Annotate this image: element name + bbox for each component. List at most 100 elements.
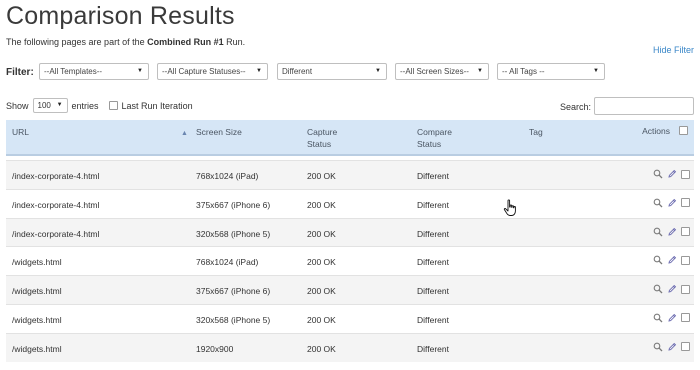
compare-status-select[interactable]: Different ▼ <box>277 63 387 80</box>
row-checkbox[interactable] <box>681 198 690 208</box>
pencil-icon[interactable] <box>667 198 677 208</box>
results-table: URL ▲ Screen Size Capture Status Compare S… <box>6 120 694 362</box>
search-label: Search: <box>560 102 592 112</box>
cell-url: /widgets.html <box>12 286 62 297</box>
column-tag[interactable]: Tag <box>529 126 543 138</box>
cell-compare-status: Different <box>417 343 449 354</box>
screen-sizes-select[interactable]: --All Screen Sizes-- ▼ <box>395 63 489 80</box>
chevron-down-icon: ▼ <box>593 68 599 74</box>
cell-screen-size: 1920x900 <box>196 343 234 354</box>
tags-select[interactable]: -- All Tags -- ▼ <box>497 63 605 80</box>
table-row: /index-corporate-4.html 375x667 (iPhone 6… <box>6 188 694 218</box>
cell-compare-status: Different <box>417 171 449 181</box>
row-checkbox[interactable] <box>681 255 690 265</box>
magnifier-icon[interactable] <box>653 227 663 237</box>
row-actions <box>653 198 690 208</box>
cell-capture-status: 200 OK <box>307 199 336 210</box>
column-capture-status-line2: Status <box>307 139 332 149</box>
cell-compare-status: Different <box>417 199 449 210</box>
cell-compare-status: Different <box>417 314 449 325</box>
column-screen-size[interactable]: Screen Size <box>196 126 242 138</box>
capture-status-select[interactable]: --All Capture Statuses-- ▼ <box>157 63 268 80</box>
chevron-down-icon: ▼ <box>375 68 381 74</box>
row-actions <box>653 255 690 265</box>
run-name: Combined Run #1 <box>147 37 224 47</box>
page-subtitle: The following pages are part of the Comb… <box>6 37 245 47</box>
magnifier-icon[interactable] <box>653 313 663 323</box>
column-url[interactable]: URL <box>12 126 29 138</box>
pencil-icon[interactable] <box>667 284 677 294</box>
cell-url: /index-corporate-4.html <box>12 171 100 181</box>
magnifier-icon[interactable] <box>653 169 663 179</box>
pencil-icon[interactable] <box>667 313 677 323</box>
row-checkbox[interactable] <box>681 342 690 352</box>
cell-url: /index-corporate-4.html <box>12 199 100 210</box>
select-all-checkbox[interactable] <box>679 126 688 135</box>
sort-asc-icon[interactable]: ▲ <box>181 130 188 137</box>
chevron-down-icon: ▼ <box>477 68 483 74</box>
pencil-icon[interactable] <box>667 255 677 265</box>
filter-label: Filter: <box>6 66 34 78</box>
cell-capture-status: 200 OK <box>307 228 336 239</box>
column-compare-status-line1: Compare <box>417 127 452 137</box>
chevron-down-icon: ▼ <box>137 68 143 74</box>
templates-select-value: --All Templates-- <box>44 67 103 76</box>
cell-screen-size: 375x667 (iPhone 6) <box>196 286 271 297</box>
show-label: Show <box>6 100 29 111</box>
hand-pointer-cursor <box>503 199 516 216</box>
last-run-toggle[interactable]: Last Run Iteration <box>108 101 193 111</box>
column-compare-status[interactable]: Compare Status <box>417 126 452 150</box>
entries-select-value: 100 <box>37 101 51 110</box>
pencil-icon[interactable] <box>667 342 677 352</box>
row-checkbox[interactable] <box>681 313 690 323</box>
cell-screen-size: 768x1024 (iPad) <box>196 257 259 268</box>
magnifier-icon[interactable] <box>653 284 663 294</box>
entries-label: entries <box>71 100 99 111</box>
table-row: /widgets.html 768x1024 (iPad) 200 OK Differ… <box>6 246 694 276</box>
magnifier-icon[interactable] <box>653 198 663 208</box>
row-actions <box>653 342 690 352</box>
table-row: /widgets.html 320x568 (iPhone 5) 200 OK Dif… <box>6 303 694 333</box>
table-body: /index-corporate-4.html 768x1024 (iPad) 20… <box>6 160 694 362</box>
table-row: /index-corporate-4.html 768x1024 (iPad) 20… <box>6 160 694 189</box>
column-compare-status-line2: Status <box>417 139 442 149</box>
cell-url: /index-corporate-4.html <box>12 228 100 239</box>
cell-screen-size: 375x667 (iPhone 6) <box>196 199 271 210</box>
screen-sizes-select-value: --All Screen Sizes-- <box>400 67 469 76</box>
entries-select[interactable]: 100 ▼ <box>32 98 68 113</box>
last-run-checkbox[interactable] <box>108 101 118 110</box>
row-checkbox[interactable] <box>681 169 690 179</box>
cell-compare-status: Different <box>417 257 449 268</box>
cell-screen-size: 320x568 (iPhone 5) <box>196 228 271 239</box>
cell-capture-status: 200 OK <box>307 343 336 354</box>
pencil-icon[interactable] <box>667 227 677 237</box>
cell-url: /widgets.html <box>12 343 62 354</box>
cell-screen-size: 320x568 (iPhone 5) <box>196 314 271 325</box>
row-checkbox[interactable] <box>681 227 690 237</box>
row-checkbox[interactable] <box>681 284 690 294</box>
cell-compare-status: Different <box>417 228 449 239</box>
filter-row: Filter: <box>6 63 37 81</box>
table-row: /widgets.html 375x667 (iPhone 6) 200 OK Dif… <box>6 275 694 304</box>
compare-status-select-value: Different <box>282 67 313 76</box>
row-actions <box>653 284 690 294</box>
column-actions: Actions <box>642 126 670 136</box>
cell-compare-status: Different <box>417 286 449 297</box>
entries-control: Show 100 ▼ entries Last Run Iteration <box>6 98 193 113</box>
magnifier-icon[interactable] <box>653 255 663 265</box>
cell-url: /widgets.html <box>12 257 62 268</box>
templates-select[interactable]: --All Templates-- ▼ <box>39 63 149 80</box>
table-row: /widgets.html 1920x900 200 OK Different <box>6 332 694 362</box>
row-actions <box>653 313 690 323</box>
search-input[interactable] <box>594 97 694 115</box>
table-row: /index-corporate-4.html 320x568 (iPhone 5… <box>6 217 694 247</box>
chevron-down-icon: ▼ <box>256 68 262 74</box>
magnifier-icon[interactable] <box>653 342 663 352</box>
capture-status-select-value: --All Capture Statuses-- <box>162 67 246 76</box>
pencil-icon[interactable] <box>667 169 677 179</box>
subtitle-suffix: Run. <box>223 37 246 47</box>
table-header: URL ▲ Screen Size Capture Status Compare S… <box>6 120 694 156</box>
column-capture-status[interactable]: Capture Status <box>307 126 337 150</box>
hide-filter-link[interactable]: Hide Filter <box>653 45 694 55</box>
cell-capture-status: 200 OK <box>307 286 336 297</box>
